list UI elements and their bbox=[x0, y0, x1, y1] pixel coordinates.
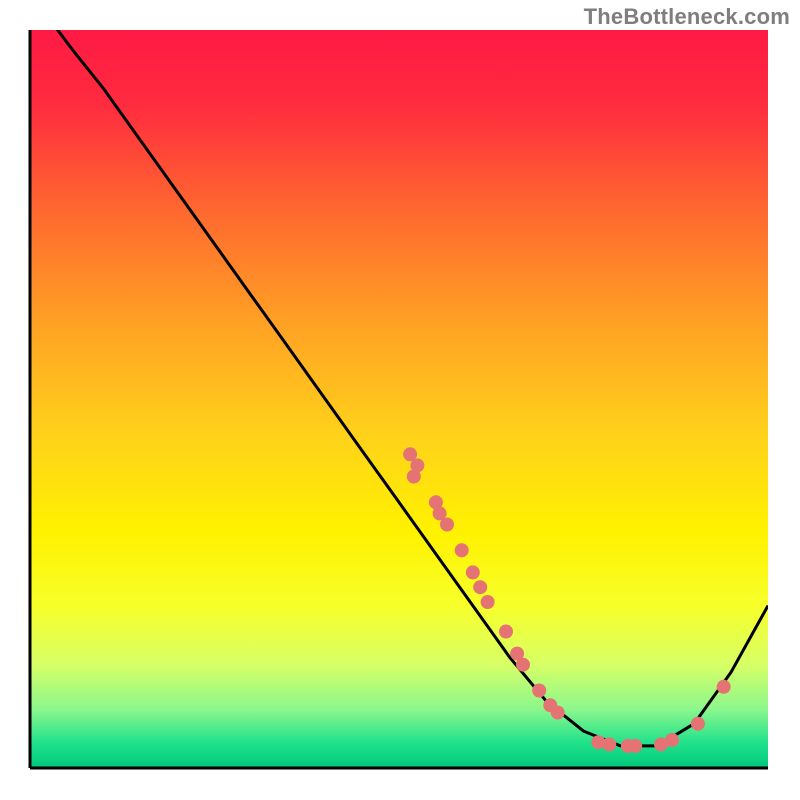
scatter-dot bbox=[440, 518, 454, 532]
scatter-dot bbox=[691, 717, 705, 731]
scatter-dot bbox=[717, 680, 731, 694]
scatter-dot bbox=[532, 684, 546, 698]
scatter-dot bbox=[602, 737, 616, 751]
scatter-dot bbox=[665, 733, 679, 747]
scatter-dot bbox=[455, 543, 469, 557]
scatter-dot bbox=[407, 470, 421, 484]
scatter-dot bbox=[628, 739, 642, 753]
scatter-dot bbox=[466, 565, 480, 579]
scatter-dot bbox=[473, 580, 487, 594]
scatter-dot bbox=[481, 595, 495, 609]
chart-container: TheBottleneck.com bbox=[0, 0, 800, 800]
scatter-dot bbox=[499, 625, 513, 639]
watermark-text: TheBottleneck.com bbox=[584, 4, 790, 30]
scatter-dot bbox=[516, 658, 530, 672]
chart-svg bbox=[0, 0, 800, 800]
scatter-dot bbox=[551, 706, 565, 720]
